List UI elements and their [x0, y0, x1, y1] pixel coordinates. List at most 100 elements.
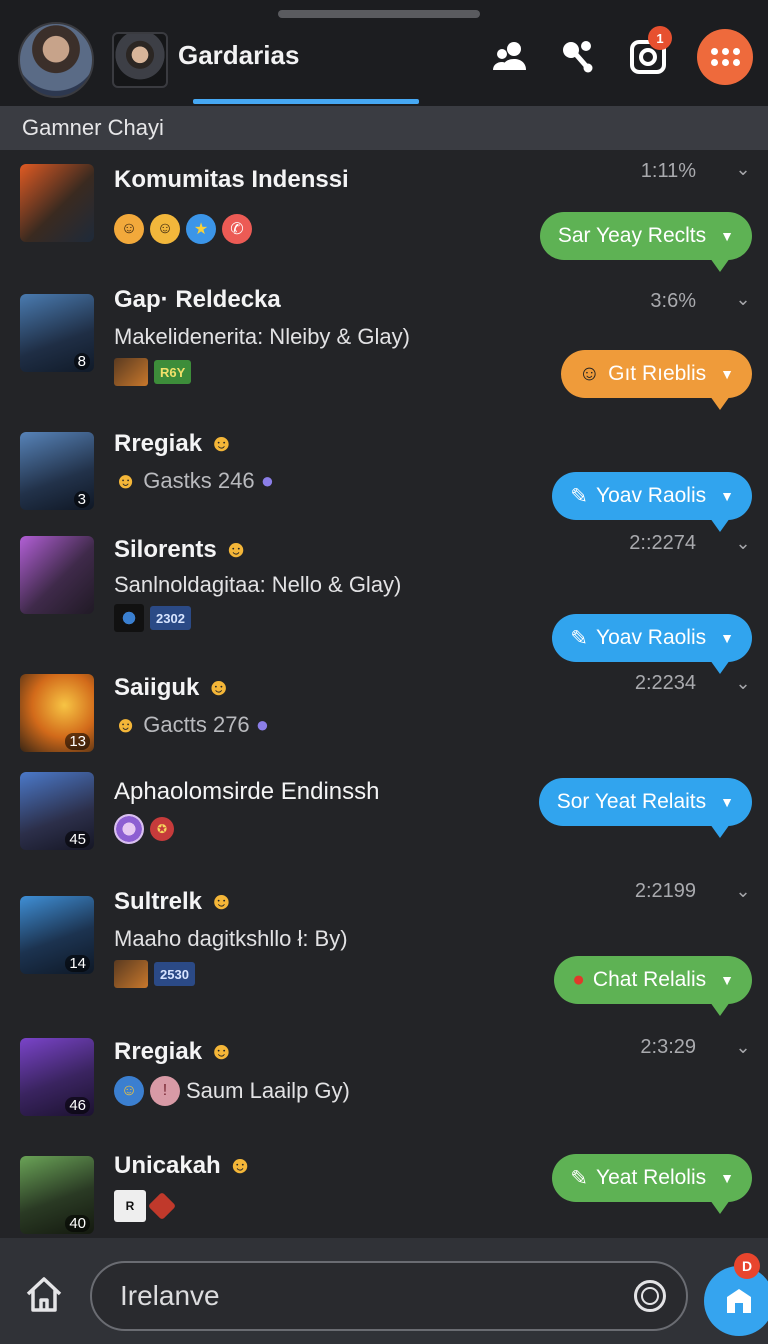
reply-button[interactable]: ✎ Yoav Raolis ▼ [552, 472, 752, 532]
gem-icon [147, 1191, 177, 1221]
reply-button[interactable]: ● Chat Relalis ▼ [554, 956, 752, 1016]
chat-time: 1:11% [640, 160, 696, 182]
unread-count: 3 [73, 491, 90, 508]
chat-name: Saiiguk ☻ [114, 674, 231, 702]
caret-down-icon: ▼ [720, 630, 734, 646]
emoji-icon: ☻ [206, 674, 232, 701]
caret-down-icon: ▼ [720, 488, 734, 504]
reply-button[interactable]: Sor Yeat Relaits ▼ [538, 778, 752, 838]
bubble-tail [710, 824, 730, 838]
attachments: R6Y [114, 358, 192, 386]
chat-subtitle: Maaho dagitkshllo ł: By) [114, 926, 348, 951]
chat-subtitle: ☻ Gactts 276 ● [114, 712, 269, 738]
bubble-tail [710, 1200, 730, 1214]
chat-thumbnail: 46 [20, 1038, 94, 1116]
pin-icon: ● [572, 968, 585, 991]
emoji-icon: ☻ [227, 1152, 253, 1179]
chat-name-text: Rregiak [114, 430, 203, 457]
caret-down-icon: ▼ [720, 794, 734, 810]
caret-down-icon: ▼ [720, 972, 734, 988]
attachments: R [114, 1190, 177, 1222]
page-title: Gardarias [178, 40, 300, 70]
star-icon: ★ [186, 214, 216, 244]
unread-count: 13 [65, 733, 90, 750]
contacts-icon[interactable] [490, 36, 530, 76]
reply-label: Sor Yeat Relaits [556, 790, 707, 813]
weapon-icon [114, 358, 148, 386]
bubble-tail [710, 396, 730, 410]
chat-time: 2::2274 [629, 532, 696, 554]
chat-name: Komumitas Indenssi [114, 166, 349, 193]
reply-button[interactable]: ✎ Yeat Relolis ▼ [552, 1154, 752, 1214]
share-icon[interactable] [556, 36, 596, 76]
user-avatar[interactable] [18, 22, 94, 98]
chat-subtitle: Saum Laailp Gy) [186, 1078, 350, 1103]
attachments: ✪ [114, 814, 174, 844]
chevron-down-icon[interactable]: ⌄ [732, 880, 754, 902]
chat-time: 2:2199 [634, 880, 696, 902]
compose-button[interactable] [704, 1266, 768, 1336]
chat-name: Aphaolomsirde Endinssh [114, 778, 380, 805]
emoji-icon: ☺ [114, 1076, 144, 1106]
chat-name-text: Saiiguk [114, 674, 200, 701]
game-tag: R6Y [154, 360, 192, 384]
active-tab-indicator [193, 99, 419, 104]
chevron-down-icon[interactable]: ⌄ [732, 532, 754, 554]
home-icon[interactable] [22, 1272, 66, 1316]
input-placeholder: Irelanve [120, 1280, 220, 1311]
weapon-icon [114, 960, 148, 988]
unread-count: 46 [65, 1097, 90, 1114]
emoji-icon: ☻ [114, 468, 138, 493]
drag-handle[interactable] [278, 10, 480, 18]
chevron-down-icon[interactable]: ⌄ [732, 158, 754, 180]
chat-subtitle-text: Gastks 246 [143, 468, 255, 493]
unread-count: 14 [65, 955, 90, 972]
emoji-icon: ☺ [150, 214, 180, 244]
chat-icon: ✎ [570, 484, 588, 508]
game-tag: 2302 [150, 606, 191, 630]
phone-icon: ✆ [222, 214, 252, 244]
caret-down-icon: ▼ [720, 1170, 734, 1186]
chat-icon: ✎ [570, 626, 588, 650]
group-avatar[interactable] [112, 32, 168, 88]
chat-thumbnail: 14 [20, 896, 94, 974]
reply-label: Chat Relalis [592, 968, 707, 991]
record-icon[interactable] [634, 1280, 666, 1312]
chat-name: Silorents ☻ [114, 536, 249, 564]
fab-badge: D [734, 1253, 760, 1279]
chat-thumbnail: 45 [20, 772, 94, 850]
reply-button[interactable]: Sar Yeay Reclts ▼ [539, 212, 752, 272]
chat-subtitle: Sanlnoldagitaa: Nello & Glay) [114, 572, 402, 597]
chat-name-text: Sultrelk [114, 888, 203, 915]
reply-button[interactable]: ☺ Gıt Rıeblis ▼ [560, 350, 752, 410]
message-input[interactable]: Irelanve [90, 1261, 688, 1331]
chevron-down-icon[interactable]: ⌄ [732, 1036, 754, 1058]
chat-thumbnail: 13 [20, 674, 94, 752]
chat-subtitle-text: Gactts 276 [143, 712, 250, 737]
chat-icon: ✎ [570, 1166, 588, 1190]
reply-button[interactable]: ✎ Yoav Raolis ▼ [552, 614, 752, 674]
chat-time: 2:2234 [634, 672, 696, 694]
chat-thumbnail: 40 [20, 1156, 94, 1234]
reply-label: Yeat Relolis [596, 1166, 707, 1189]
bubble-tail [710, 258, 730, 272]
chevron-down-icon[interactable]: ⌄ [732, 672, 754, 694]
chat-name: Rregiak ☻ [114, 1038, 234, 1066]
chat-thumbnail: 3 [20, 432, 94, 510]
reply-label: Yoav Raolis [596, 626, 707, 649]
chat-time: 3:6% [650, 290, 696, 312]
caret-down-icon: ▼ [720, 228, 734, 244]
portal-icon [114, 604, 144, 632]
chat-name-text: Unicakah [114, 1152, 221, 1179]
chat-name: Unicakah ☻ [114, 1152, 253, 1180]
section-header: Gamner Chayi [0, 106, 768, 150]
bubble-tail [710, 660, 730, 674]
reply-label: Sar Yeay Reclts [557, 224, 707, 247]
menu-grid-icon[interactable] [697, 29, 753, 85]
chat-subtitle: Makelidenerita: Nleiby & Glay) [114, 324, 410, 349]
chevron-down-icon[interactable]: ⌄ [732, 288, 754, 310]
shield-icon: ✪ [150, 817, 174, 841]
unread-count: 45 [65, 831, 90, 848]
info-icon: ! [150, 1076, 180, 1106]
chat-name: Gap· Reldecka [114, 286, 281, 313]
